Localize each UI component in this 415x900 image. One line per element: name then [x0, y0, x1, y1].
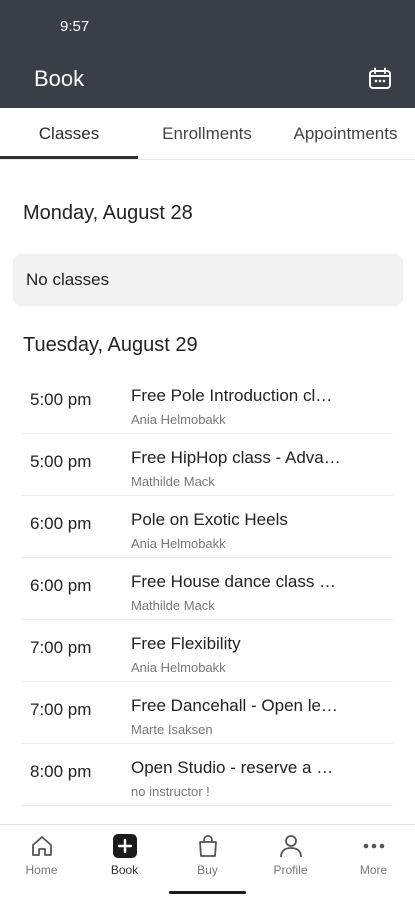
active-tab-indicator [0, 156, 138, 159]
class-instructor: Ania Helmobakk [131, 660, 226, 675]
nav-book-label: Book [110, 863, 139, 877]
plus-square-icon [112, 834, 137, 858]
shopping-bag-icon [198, 835, 217, 857]
class-title: Free HipHop class - Adva… [131, 448, 341, 467]
class-title: Free Flexibility [131, 634, 241, 653]
book-screen: 9:57 Book Classes Enrollments Appointmen… [0, 0, 415, 900]
no-classes-card: No classes [13, 254, 403, 306]
class-row[interactable]: 8:00 pm Open Studio - reserve a … no ins… [0, 744, 415, 806]
class-row[interactable]: 6:00 pm Free House dance class … Mathild… [0, 558, 415, 620]
row-divider [22, 805, 393, 806]
page-title: Book [34, 66, 85, 91]
class-row[interactable]: 6:00 pm Pole on Exotic Heels Ania Helmob… [0, 496, 415, 558]
day-heading-tuesday: Tuesday, August 29 [23, 334, 198, 356]
nav-home-label: Home [25, 863, 58, 877]
class-list: 5:00 pm Free Pole Introduction cl… Ania … [0, 372, 415, 806]
nav-book[interactable]: Book [83, 833, 166, 883]
class-title: Open Studio - reserve a … [131, 758, 334, 777]
class-row[interactable]: 7:00 pm Free Dancehall - Open le… Marte … [0, 682, 415, 744]
tab-classes[interactable]: Classes [0, 108, 138, 160]
person-icon [279, 835, 302, 858]
class-time: 7:00 pm [30, 638, 92, 657]
class-time: 6:00 pm [30, 576, 92, 595]
class-instructor: Mathilde Mack [131, 474, 215, 489]
tab-enrollments[interactable]: Enrollments [138, 108, 276, 160]
tab-bar: Classes Enrollments Appointments [0, 108, 415, 160]
class-row[interactable]: 5:00 pm Free HipHop class - Adva… Mathil… [0, 434, 415, 496]
class-instructor: no instructor ! [131, 784, 210, 799]
class-time: 8:00 pm [30, 762, 92, 781]
status-time: 9:57 [60, 18, 90, 35]
nav-buy-label: Buy [197, 863, 218, 877]
nav-profile-label: Profile [273, 863, 308, 877]
home-indicator[interactable] [169, 891, 246, 894]
class-instructor: Ania Helmobakk [131, 536, 226, 551]
nav-more-label: More [359, 863, 388, 877]
home-icon [31, 836, 52, 856]
class-row[interactable]: 7:00 pm Free Flexibility Ania Helmobakk [0, 620, 415, 682]
nav-buy[interactable]: Buy [166, 833, 249, 883]
nav-more[interactable]: More [332, 833, 415, 883]
nav-profile[interactable]: Profile [249, 833, 332, 883]
app-header: 9:57 Book [0, 0, 415, 108]
class-instructor: Mathilde Mack [131, 598, 215, 613]
class-time: 6:00 pm [30, 514, 92, 533]
calendar-icon[interactable] [367, 66, 393, 92]
class-title: Pole on Exotic Heels [131, 510, 288, 529]
class-title: Free House dance class … [131, 572, 337, 591]
class-title: Free Pole Introduction cl… [131, 386, 333, 405]
class-time: 5:00 pm [30, 390, 92, 409]
bottom-navigation: Home Book Buy Profile More [0, 824, 415, 900]
more-dots-icon [363, 843, 384, 849]
class-title: Free Dancehall - Open le… [131, 696, 338, 715]
class-time: 5:00 pm [30, 452, 92, 471]
class-instructor: Marte Isaksen [131, 722, 213, 737]
class-instructor: Ania Helmobakk [131, 412, 226, 427]
class-time: 7:00 pm [30, 700, 92, 719]
day-heading-monday: Monday, August 28 [23, 202, 193, 224]
tab-appointments[interactable]: Appointments [276, 108, 415, 160]
nav-home[interactable]: Home [0, 833, 83, 883]
class-row[interactable]: 5:00 pm Free Pole Introduction cl… Ania … [0, 372, 415, 434]
